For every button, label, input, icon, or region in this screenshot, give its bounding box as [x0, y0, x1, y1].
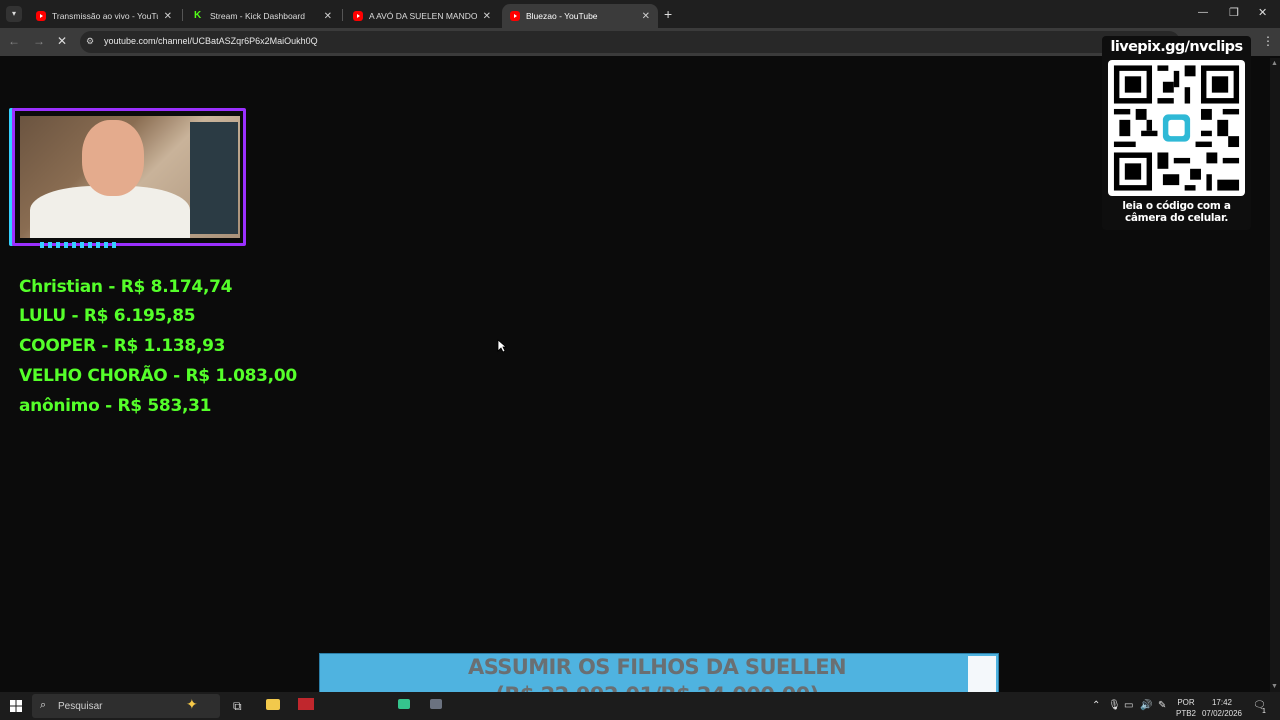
- microphone-icon[interactable]: 🎙: [1108, 700, 1121, 711]
- windows-start-icon[interactable]: [10, 700, 22, 712]
- qr-code: [1108, 60, 1245, 196]
- qr-code-pattern: [1113, 65, 1240, 191]
- language-code: POR: [1177, 698, 1195, 707]
- app-icon[interactable]: [398, 699, 410, 709]
- mouse-cursor-icon: [497, 339, 507, 353]
- clock-time: 17:42: [1211, 698, 1233, 707]
- volume-icon[interactable]: 🔊: [1140, 700, 1152, 711]
- new-tab-button[interactable]: +: [664, 6, 672, 22]
- app-icon[interactable]: [298, 698, 314, 710]
- qr-url-label: livepix.gg/nvclips: [1110, 39, 1243, 55]
- youtube-icon: [510, 11, 520, 21]
- youtube-icon: [36, 11, 46, 21]
- close-tab-icon[interactable]: ✕: [324, 11, 332, 22]
- close-window-button[interactable]: ✕: [1258, 6, 1267, 19]
- language-indicator[interactable]: POR PTB2: [1176, 697, 1196, 719]
- person-head-shape: [82, 120, 144, 196]
- donor-entry: Christian - R$ 8.174,74: [19, 277, 233, 297]
- close-tab-icon[interactable]: ✕: [642, 11, 650, 22]
- url-text[interactable]: youtube.com/channel/UCBatASZqr6P6x2MaiOu…: [104, 36, 318, 46]
- clock-date: 07/02/2026: [1201, 709, 1243, 718]
- back-button[interactable]: ←: [8, 34, 20, 48]
- kick-icon: K: [194, 10, 202, 21]
- tab-title: Stream - Kick Dashboard: [210, 11, 305, 21]
- donor-entry: anônimo - R$ 583,31: [19, 396, 212, 416]
- tray-expand-icon[interactable]: ⌃: [1092, 700, 1100, 711]
- minimize-button[interactable]: —: [1198, 7, 1208, 18]
- clock[interactable]: 17:42 07/02/2026: [1200, 697, 1244, 719]
- tab-divider: [342, 9, 343, 21]
- scrollbar[interactable]: [1270, 58, 1280, 692]
- notification-count: 1: [1262, 708, 1266, 715]
- file-explorer-icon[interactable]: [266, 699, 280, 710]
- tab-title: A AVÓ DA SUELEN MANDOU R: [369, 11, 477, 21]
- site-info-icon[interactable]: ⚙: [86, 36, 94, 47]
- tab-divider: [182, 9, 183, 21]
- tab-title: Bluezao - YouTube: [526, 11, 598, 21]
- tab-search-icon[interactable]: ▾: [6, 6, 22, 22]
- close-tab-icon[interactable]: ✕: [164, 11, 172, 22]
- monitor-shape: [190, 122, 238, 234]
- copilot-sparkle-icon: ✦: [186, 696, 198, 712]
- tab-youtube-live[interactable]: Transmissão ao vivo - YouTube ✕: [28, 4, 180, 28]
- tab-avo-suelen[interactable]: A AVÓ DA SUELEN MANDOU R ✕: [345, 4, 499, 28]
- task-view-icon[interactable]: ⧉: [233, 699, 242, 714]
- pen-icon[interactable]: ✎: [1158, 700, 1166, 711]
- scroll-up-arrow[interactable]: ▲: [1271, 60, 1278, 67]
- youtube-icon: [353, 11, 363, 21]
- webcam-decoration: [40, 242, 120, 248]
- app-icon[interactable]: [430, 699, 442, 709]
- donor-entry: COOPER - R$ 1.138,93: [19, 336, 226, 356]
- tab-title: Transmissão ao vivo - YouTube: [52, 11, 158, 21]
- forward-button[interactable]: →: [33, 34, 45, 48]
- search-icon: ⌕: [40, 699, 47, 711]
- network-icon[interactable]: ▭: [1124, 700, 1133, 711]
- qr-caption-line: leia o código com a: [1122, 200, 1231, 212]
- stop-loading-button[interactable]: ✕: [57, 34, 67, 48]
- goal-title: ASSUMIR OS FILHOS DA SUELLEN: [468, 655, 847, 679]
- browser-menu-icon[interactable]: ⋮: [1262, 34, 1274, 48]
- tab-kick-dashboard[interactable]: K Stream - Kick Dashboard ✕: [186, 4, 340, 28]
- close-tab-icon[interactable]: ✕: [483, 11, 491, 22]
- donor-entry: VELHO CHORÃO - R$ 1.083,00: [19, 366, 297, 386]
- tab-bluezao[interactable]: Bluezao - YouTube ✕: [502, 4, 658, 28]
- scroll-down-arrow[interactable]: ▼: [1271, 683, 1278, 690]
- webcam-feed: [20, 116, 240, 238]
- qr-caption: leia o código com a câmera do celular.: [1102, 200, 1251, 224]
- keyboard-layout: PTB2: [1176, 709, 1197, 718]
- qr-caption-line: câmera do celular.: [1124, 212, 1229, 224]
- restore-button[interactable]: ❐: [1229, 6, 1239, 19]
- donor-entry: LULU - R$ 6.195,85: [19, 306, 196, 326]
- search-placeholder: Pesquisar: [58, 701, 103, 712]
